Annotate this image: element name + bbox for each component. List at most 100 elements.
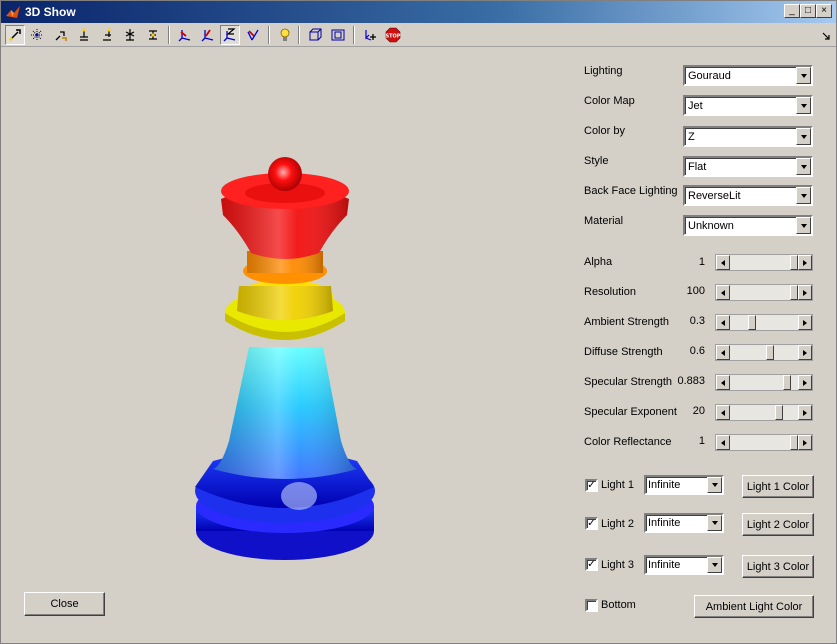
stop-text: STOP bbox=[386, 34, 401, 40]
chevron-down-icon[interactable] bbox=[796, 158, 811, 175]
color-by-select[interactable]: Z bbox=[683, 126, 813, 147]
diffuse-value: 0.6 bbox=[689, 345, 705, 357]
slider-right-arrow-icon[interactable] bbox=[798, 405, 812, 420]
slider-right-arrow-icon[interactable] bbox=[798, 345, 812, 360]
slider-left-arrow-icon[interactable] bbox=[716, 375, 730, 390]
exponent-slider[interactable] bbox=[715, 404, 813, 421]
diffuse-slider[interactable] bbox=[715, 344, 813, 361]
chevron-down-icon[interactable] bbox=[796, 128, 811, 145]
toolbar-dock-arrow-icon[interactable] bbox=[821, 31, 831, 41]
rotate-icon[interactable] bbox=[51, 25, 71, 45]
close-window-button[interactable]: × bbox=[816, 4, 832, 18]
slider-left-arrow-icon[interactable] bbox=[716, 405, 730, 420]
light-bulb-icon[interactable] bbox=[275, 25, 295, 45]
light-3-type-value: Infinite bbox=[648, 559, 681, 571]
light-2-label: Light 2 bbox=[601, 518, 635, 530]
toolbar-separator bbox=[168, 26, 170, 44]
slider-left-arrow-icon[interactable] bbox=[716, 315, 730, 330]
slider-left-arrow-icon[interactable] bbox=[716, 435, 730, 450]
light-3-color-button[interactable]: Light 3 Color bbox=[742, 555, 814, 578]
slider-thumb[interactable] bbox=[748, 315, 756, 330]
move-free-icon[interactable] bbox=[143, 25, 163, 45]
main-window: 3D Show _ □ × STOP Lighting Gouraud Colo… bbox=[0, 0, 837, 644]
chevron-down-icon[interactable] bbox=[707, 477, 722, 493]
light-2-type-select[interactable]: Infinite bbox=[644, 513, 724, 533]
light-1-color-button[interactable]: Light 1 Color bbox=[742, 475, 814, 498]
ambient-slider[interactable] bbox=[715, 314, 813, 331]
light-2-checkbox[interactable]: ✓ bbox=[585, 517, 598, 530]
axis-y-icon[interactable] bbox=[198, 25, 218, 45]
close-button[interactable]: Close bbox=[24, 592, 105, 616]
light-1-type-select[interactable]: Infinite bbox=[644, 475, 724, 495]
select-points-icon[interactable] bbox=[27, 25, 47, 45]
chevron-down-icon[interactable] bbox=[707, 515, 722, 531]
alpha-value: 1 bbox=[698, 256, 705, 268]
stop-icon[interactable]: STOP bbox=[383, 25, 403, 45]
slider-left-arrow-icon[interactable] bbox=[716, 285, 730, 300]
minimize-button[interactable]: _ bbox=[784, 4, 800, 18]
slider-right-arrow-icon[interactable] bbox=[798, 255, 812, 270]
move-z-icon[interactable] bbox=[120, 25, 140, 45]
light-3-type-select[interactable]: Infinite bbox=[644, 555, 724, 575]
light-1-label: Light 1 bbox=[601, 479, 635, 491]
slider-left-arrow-icon[interactable] bbox=[716, 345, 730, 360]
material-label: Material bbox=[584, 215, 624, 227]
reflectance-slider[interactable] bbox=[715, 434, 813, 451]
slider-right-arrow-icon[interactable] bbox=[798, 315, 812, 330]
orthographic-icon[interactable] bbox=[328, 25, 348, 45]
style-select[interactable]: Flat bbox=[683, 156, 813, 177]
slider-thumb[interactable] bbox=[782, 375, 791, 390]
chevron-down-icon[interactable] bbox=[707, 557, 722, 573]
slider-left-arrow-icon[interactable] bbox=[716, 255, 730, 270]
select-arrow-icon[interactable] bbox=[5, 25, 25, 45]
slider-right-arrow-icon[interactable] bbox=[798, 435, 812, 450]
axis-x-icon[interactable] bbox=[175, 25, 195, 45]
light-1-checkbox[interactable]: ✓ bbox=[585, 479, 598, 492]
alpha-slider[interactable] bbox=[715, 254, 813, 271]
slider-right-arrow-icon[interactable] bbox=[798, 285, 812, 300]
3d-plot-queen[interactable] bbox=[181, 151, 381, 571]
color-map-select[interactable]: Jet bbox=[683, 95, 813, 116]
exponent-value: 20 bbox=[692, 405, 705, 417]
light-2-type-value: Infinite bbox=[648, 517, 681, 529]
light-2-color-button[interactable]: Light 2 Color bbox=[742, 513, 814, 536]
bottom-checkbox[interactable] bbox=[585, 599, 598, 612]
slider-thumb[interactable] bbox=[775, 405, 783, 420]
move-x-icon[interactable] bbox=[74, 25, 94, 45]
color-map-value: Jet bbox=[688, 100, 703, 112]
material-select[interactable]: Unknown bbox=[683, 215, 813, 236]
diffuse-label: Diffuse Strength bbox=[584, 346, 663, 358]
maximize-button[interactable]: □ bbox=[800, 4, 816, 18]
chevron-down-icon[interactable] bbox=[796, 67, 811, 84]
color-map-label: Color Map bbox=[584, 95, 635, 107]
slider-thumb[interactable] bbox=[790, 285, 798, 300]
back-face-select[interactable]: ReverseLit bbox=[683, 185, 813, 206]
move-y-icon[interactable] bbox=[97, 25, 117, 45]
light-3-label: Light 3 bbox=[601, 559, 635, 571]
title-bar[interactable]: 3D Show _ □ × bbox=[1, 1, 836, 23]
perspective-icon[interactable] bbox=[305, 25, 325, 45]
toolbar-separator bbox=[298, 26, 300, 44]
body-highlight bbox=[281, 482, 317, 510]
add-point-icon[interactable] bbox=[360, 25, 380, 45]
crown-ball bbox=[268, 157, 302, 191]
slider-thumb[interactable] bbox=[790, 435, 798, 450]
chevron-down-icon[interactable] bbox=[796, 187, 811, 204]
slider-thumb[interactable] bbox=[766, 345, 774, 360]
axis-free-icon[interactable] bbox=[243, 25, 263, 45]
chevron-down-icon[interactable] bbox=[796, 97, 811, 114]
back-face-label: Back Face Lighting bbox=[584, 185, 678, 197]
chevron-down-icon[interactable] bbox=[796, 217, 811, 234]
light-3-checkbox[interactable]: ✓ bbox=[585, 558, 598, 571]
lighting-select[interactable]: Gouraud bbox=[683, 65, 813, 86]
specular-slider[interactable] bbox=[715, 374, 813, 391]
ambient-light-color-button[interactable]: Ambient Light Color bbox=[694, 595, 814, 618]
slider-thumb[interactable] bbox=[790, 255, 798, 270]
slider-right-arrow-icon[interactable] bbox=[798, 375, 812, 390]
toolbar: STOP bbox=[1, 23, 836, 47]
matlab-icon bbox=[6, 6, 20, 18]
resolution-label: Resolution bbox=[584, 286, 636, 298]
ambient-value: 0.3 bbox=[689, 315, 705, 327]
resolution-slider[interactable] bbox=[715, 284, 813, 301]
axis-z-icon[interactable] bbox=[220, 25, 240, 45]
